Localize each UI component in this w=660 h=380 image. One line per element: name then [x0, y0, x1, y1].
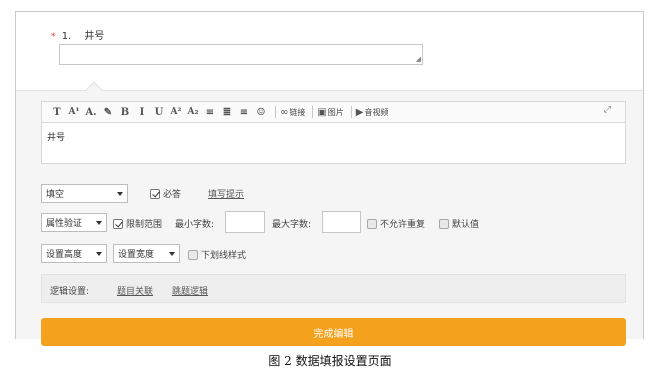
- insert-link-button[interactable]: ∞ 链接: [280, 104, 305, 120]
- chevron-down-icon: [117, 192, 123, 196]
- emoji-icon[interactable]: ☺: [254, 104, 268, 120]
- background-color-icon[interactable]: ✎: [101, 104, 115, 120]
- underline-style-checkbox[interactable]: 下划线样式: [188, 248, 246, 261]
- default-value-label: 默认值: [452, 220, 480, 230]
- fullscreen-icon[interactable]: ⤢: [604, 105, 611, 115]
- validation-value: 属性验证: [46, 219, 83, 229]
- insert-link-button-label: 链接: [289, 107, 306, 117]
- logic-settings-bar: 逻辑设置: 题目关联 跳题逻辑: [41, 274, 626, 303]
- chevron-down-icon: [169, 252, 175, 256]
- checkbox-unchecked-icon: [188, 249, 198, 260]
- underline-style-label: 下划线样式: [201, 251, 247, 261]
- max-chars-label: 最大字数:: [272, 220, 312, 230]
- font-size-icon[interactable]: A¹: [67, 104, 81, 120]
- width-select[interactable]: 设置宽度: [113, 244, 180, 263]
- max-chars-input[interactable]: [322, 211, 361, 233]
- skip-logic-link[interactable]: 跳题逻辑: [172, 284, 208, 297]
- answer-textarea-preview[interactable]: ◢: [59, 44, 423, 65]
- toolbar-divider: [275, 106, 276, 118]
- required-marker: *: [51, 32, 56, 42]
- no-repeat-label: 不允许重复: [380, 220, 426, 230]
- resize-handle-icon[interactable]: ◢: [416, 56, 421, 63]
- chevron-down-icon: [96, 252, 102, 256]
- align-right-icon[interactable]: ≡: [237, 104, 251, 120]
- validation-select[interactable]: 属性验证: [41, 213, 107, 232]
- required-label: 必答: [163, 190, 182, 200]
- superscript-icon[interactable]: A²: [169, 104, 183, 120]
- bold-icon[interactable]: B: [118, 104, 132, 120]
- insert-media-button[interactable]: ▶ 音视频: [356, 104, 389, 120]
- underline-icon[interactable]: U: [152, 104, 166, 120]
- checkbox-checked-icon: [113, 218, 123, 229]
- question-header: * 1. 井号: [51, 27, 104, 42]
- required-checkbox[interactable]: 必答: [150, 187, 181, 200]
- question-type-value: 填空: [46, 190, 65, 200]
- no-repeat-checkbox[interactable]: 不允许重复: [367, 217, 425, 230]
- default-value-checkbox[interactable]: 默认值: [439, 217, 479, 230]
- limit-range-label: 限制范围: [126, 220, 163, 230]
- question-settings-area: T A¹ A. ✎ B I U A² A₂ ≡ ≣ ≡ ☺ ∞ 链接 ▣ 图片 ▶ 音视频 ⤢ 井号 填空 必答 填写…: [16, 81, 643, 346]
- question-association-link[interactable]: 题目关联: [117, 284, 153, 297]
- checkbox-checked-icon: [150, 188, 160, 199]
- insert-image-button[interactable]: ▣ 图片: [317, 104, 343, 120]
- logic-settings-title: 逻辑设置:: [50, 287, 90, 297]
- settings-pointer-notch: [85, 81, 103, 99]
- text-style-icon[interactable]: T: [50, 104, 64, 120]
- height-select[interactable]: 设置高度: [41, 244, 107, 263]
- media-icon: ▶: [355, 106, 364, 118]
- fill-hint-link[interactable]: 填写提示: [208, 187, 244, 200]
- rich-text-toolbar: T A¹ A. ✎ B I U A² A₂ ≡ ≣ ≡ ☺ ∞ 链接 ▣ 图片 ▶ 音视频 ⤢: [41, 101, 626, 123]
- chevron-down-icon: [96, 221, 102, 225]
- min-chars-input[interactable]: [225, 211, 265, 233]
- checkbox-unchecked-icon: [367, 218, 377, 229]
- subscript-icon[interactable]: A₂: [186, 104, 200, 120]
- font-color-icon[interactable]: A.: [84, 104, 98, 120]
- figure-caption: 图 2 数据填报设置页面: [268, 354, 392, 368]
- question-type-select[interactable]: 填空: [41, 184, 128, 203]
- limit-range-checkbox[interactable]: 限制范围: [113, 217, 162, 230]
- checkbox-unchecked-icon: [439, 218, 449, 229]
- toolbar-divider: [350, 106, 352, 118]
- align-left-icon[interactable]: ≡: [203, 104, 217, 120]
- toolbar-divider: [312, 106, 314, 118]
- align-center-icon[interactable]: ≣: [220, 104, 234, 120]
- question-editor-panel: * 1. 井号 ◢ T A¹ A. ✎ B I U A² A₂ ≡ ≣ ≡ ☺ ∞ 链接 ▣ 图片 ▶ 音视频 ⤢ 井…: [15, 11, 644, 346]
- question-number: 1.: [61, 31, 72, 42]
- min-chars-label: 最小字数:: [175, 220, 215, 230]
- finish-editing-button[interactable]: 完成编辑: [41, 318, 626, 346]
- insert-media-button-label: 音视频: [364, 107, 389, 117]
- insert-image-button-label: 图片: [327, 107, 344, 117]
- rich-text-value: 井号: [47, 133, 66, 143]
- height-value: 设置高度: [46, 250, 83, 260]
- question-title: 井号: [84, 31, 105, 42]
- width-value: 设置宽度: [118, 250, 155, 260]
- rich-text-content[interactable]: 井号: [41, 123, 626, 164]
- image-icon: ▣: [317, 106, 327, 118]
- link-icon: ∞: [280, 106, 289, 118]
- italic-icon[interactable]: I: [135, 104, 149, 120]
